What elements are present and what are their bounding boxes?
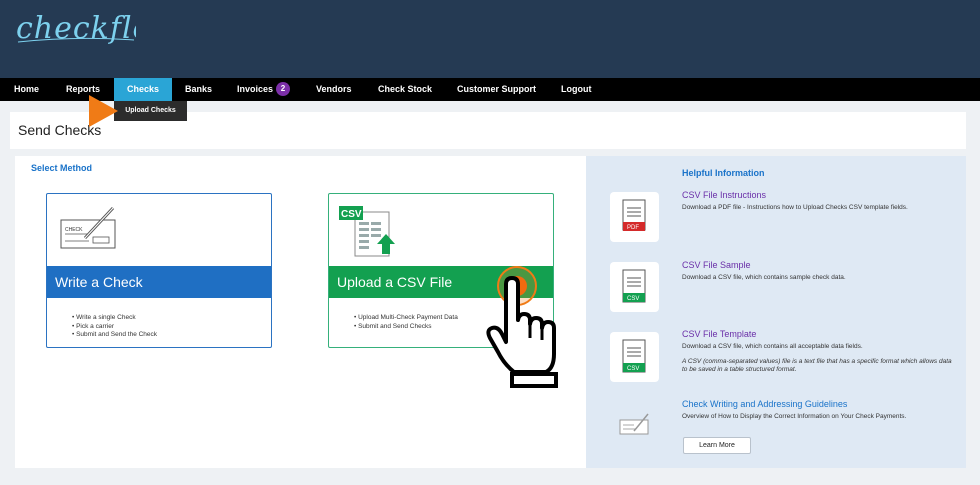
nav-logout[interactable]: Logout (561, 78, 592, 101)
help-item-instructions: CSV File Instructions Download a PDF fil… (682, 190, 957, 213)
nav-check-stock[interactable]: Check Stock (378, 78, 432, 101)
help-item-desc: Download a CSV file, which contains all … (682, 343, 863, 350)
learn-more-button[interactable]: Learn More (683, 437, 751, 454)
check-guidelines-link[interactable]: Check Writing and Addressing Guidelines (682, 399, 957, 409)
svg-text:CHECK: CHECK (65, 227, 83, 233)
svg-text:CSV: CSV (627, 366, 639, 372)
csv-template-tile[interactable]: CSV (610, 332, 659, 382)
csv-sample-link[interactable]: CSV File Sample (682, 260, 957, 270)
list-item: Pick a carrier (72, 323, 157, 332)
help-item-guidelines: Check Writing and Addressing Guidelines … (682, 399, 957, 422)
helpful-info-heading: Helpful Information (682, 168, 765, 178)
pdf-file-tile[interactable]: PDF (610, 192, 659, 242)
helpful-info-panel: Helpful Information PDF CSV File Instruc… (586, 156, 966, 468)
pdf-file-icon: PDF (622, 199, 646, 231)
check-icon: CHECK (59, 204, 119, 259)
write-check-card[interactable]: CHECK Write a Check Write a single Check… (46, 193, 272, 348)
list-item: Upload Multi-Check Payment Data (354, 314, 458, 323)
check-guidelines-icon (619, 413, 649, 435)
csv-file-icon: CSV (622, 339, 646, 373)
help-item-desc: Overview of How to Display the Correct I… (682, 413, 907, 420)
submenu-upload-checks[interactable]: Upload Checks (114, 101, 187, 121)
main-nav: Home Reports Checks Banks Invoices 2 Vend… (0, 78, 980, 101)
help-item-desc: Download a PDF file - Instructions how t… (682, 204, 908, 211)
select-method-label: Select Method (31, 163, 93, 173)
help-item-sample: CSV File Sample Download a CSV file, whi… (682, 260, 957, 283)
nav-vendors[interactable]: Vendors (316, 78, 352, 101)
checkflo-logo[interactable]: checkflo (16, 10, 151, 55)
nav-customer-support[interactable]: Customer Support (457, 78, 536, 101)
arrow-pointer-icon (88, 94, 120, 133)
csv-file-icon: CSV (622, 269, 646, 303)
list-item: Write a single Check (72, 314, 157, 323)
svg-text:PDF: PDF (627, 225, 639, 231)
nav-invoices-label: Invoices (237, 84, 274, 94)
upload-csv-bullets: Upload Multi-Check Payment Data Submit a… (354, 314, 458, 331)
guidelines-tile (610, 402, 659, 452)
csv-upload-icon: CSV (339, 206, 403, 265)
help-item-desc: Download a CSV file, which contains samp… (682, 274, 846, 281)
list-item: Submit and Send Checks (354, 323, 458, 332)
nav-banks[interactable]: Banks (185, 78, 212, 101)
csv-instructions-link[interactable]: CSV File Instructions (682, 190, 957, 200)
help-item-template: CSV File Template Download a CSV file, w… (682, 329, 957, 375)
write-check-bullets: Write a single Check Pick a carrier Subm… (72, 314, 157, 340)
csv-template-link[interactable]: CSV File Template (682, 329, 957, 339)
hand-pointer-icon (486, 276, 562, 393)
csv-definition-note: A CSV (comma-separated values) file is a… (682, 357, 952, 374)
csv-sample-tile[interactable]: CSV (610, 262, 659, 312)
invoices-count-badge: 2 (276, 81, 291, 96)
svg-text:CSV: CSV (627, 296, 639, 302)
list-item: Submit and Send the Check (72, 331, 157, 340)
app-header: checkflo (0, 0, 980, 78)
nav-checks[interactable]: Checks (114, 78, 172, 101)
write-check-title: Write a Check (47, 266, 271, 298)
nav-invoices[interactable]: Invoices 2 (237, 78, 291, 101)
svg-text:CSV: CSV (341, 209, 362, 220)
nav-home[interactable]: Home (14, 78, 39, 101)
